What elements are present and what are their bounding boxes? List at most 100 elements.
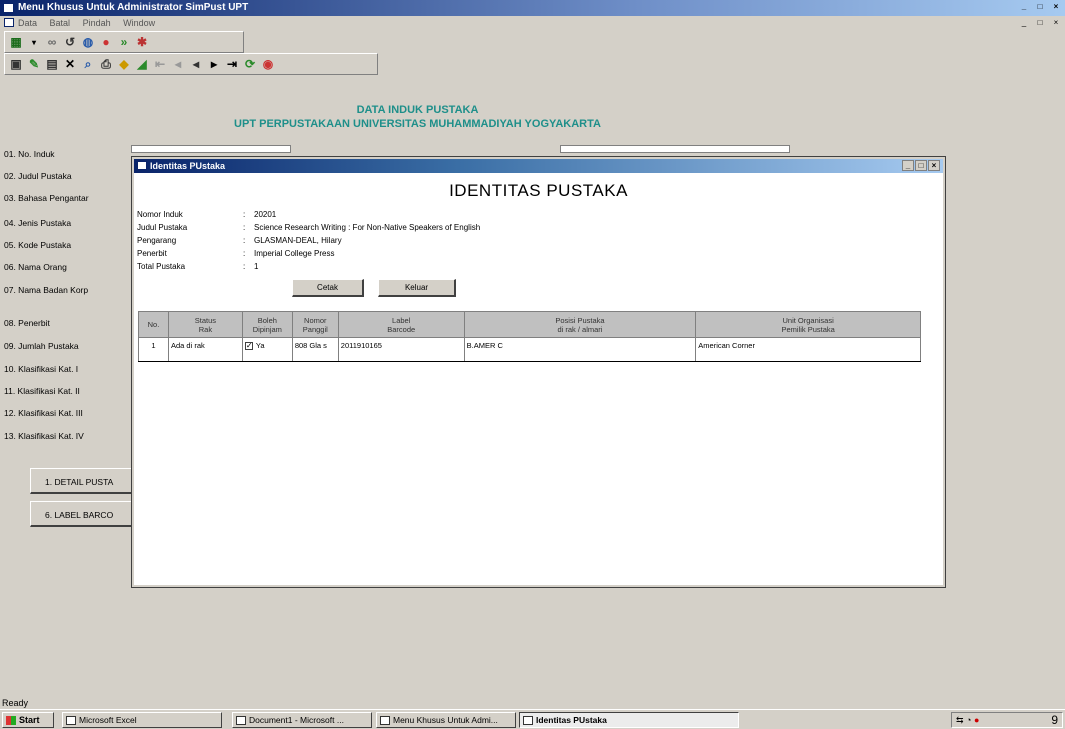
main-window-titlebar: Menu Khusus Untuk Administrator SimPust … xyxy=(0,0,1065,16)
menu-window[interactable]: Window xyxy=(123,18,155,28)
minimize-button[interactable]: _ xyxy=(1017,1,1031,13)
delete-icon[interactable]: ✕ xyxy=(62,56,78,72)
label-barcode-button[interactable]: 6. LABEL BARCO xyxy=(30,501,140,527)
print-icon[interactable]: ⎙ xyxy=(98,56,114,72)
no-induk-input[interactable] xyxy=(131,145,291,153)
paint-icon[interactable]: ● xyxy=(98,34,114,50)
taskbar-label: Menu Khusus Untuk Admi... xyxy=(393,715,498,725)
mdi-minimize-button[interactable]: _ xyxy=(1017,17,1031,29)
chart-icon[interactable]: ◆ xyxy=(116,56,132,72)
mdi-maximize-button[interactable]: □ xyxy=(1033,17,1047,29)
field-label-jenis: 04. Jenis Pustaka xyxy=(4,218,72,228)
prev-page-icon[interactable]: ◂ xyxy=(170,56,186,72)
tools-icon[interactable]: ✱ xyxy=(134,34,150,50)
info-label-penerbit: Penerbit xyxy=(137,249,167,258)
field-label-klasifikasi-2: 11. Klasifikasi Kat. II xyxy=(4,386,80,396)
disk-icon[interactable]: ▤ xyxy=(44,56,60,72)
info-colon: : xyxy=(243,262,246,271)
brush-icon[interactable]: ◢ xyxy=(134,56,150,72)
dialog-controls: _ □ × xyxy=(902,160,940,171)
info-value-nomor-induk: 20201 xyxy=(254,210,277,219)
top-right-input[interactable] xyxy=(560,145,790,153)
field-label-judul: 02. Judul Pustaka xyxy=(4,171,72,181)
cell-unit: American Corner xyxy=(695,337,921,362)
taskbar-item-excel[interactable]: Microsoft Excel xyxy=(62,712,222,728)
field-label-klasifikasi-3: 12. Klasifikasi Kat. III xyxy=(4,408,83,418)
prev-record-icon[interactable]: ◂ xyxy=(188,56,204,72)
col-header-posisi: Posisi Pustaka di rak / almari xyxy=(463,311,697,338)
app-window-icon xyxy=(523,716,533,725)
dialog-heading: IDENTITAS PUSTAKA xyxy=(449,181,628,200)
col-header-status: Status Rak xyxy=(167,311,243,338)
info-label-nomor-induk: Nomor Induk xyxy=(137,210,183,219)
save-icon[interactable]: ▣ xyxy=(8,56,24,72)
exit-icon[interactable]: ◉ xyxy=(260,56,276,72)
info-value-total: 1 xyxy=(254,262,259,271)
menu-data[interactable]: Data xyxy=(18,18,37,28)
col-header-boleh: Boleh Dipinjam xyxy=(241,311,293,338)
table-row[interactable]: 1 Ada di rak ✓ Ya 808 Gla s 2011910165 B.… xyxy=(138,337,921,362)
web-icon[interactable]: ◍ xyxy=(80,34,96,50)
last-record-icon[interactable]: ⇥ xyxy=(224,56,240,72)
cetak-button[interactable]: Cetak xyxy=(292,279,364,297)
taskbar-item-identitas[interactable]: Identitas PUstaka xyxy=(519,712,739,728)
edit-icon[interactable]: ✎ xyxy=(26,56,42,72)
mdi-close-button[interactable]: × xyxy=(1049,17,1063,29)
menu-batal[interactable]: Batal xyxy=(50,18,71,28)
checkbox-checked-icon[interactable]: ✓ xyxy=(244,342,253,350)
copies-table: No. Status Rak Boleh Dipinjam Nomor Pang… xyxy=(138,311,921,362)
taskbar-label: Microsoft Excel xyxy=(79,715,137,725)
col-header-no: No. xyxy=(138,311,169,338)
taskbar-item-menu-khusus[interactable]: Menu Khusus Untuk Admi... xyxy=(376,712,516,728)
dropdown-icon[interactable]: ▾ xyxy=(26,34,42,50)
dialog-icon xyxy=(137,161,147,170)
link-icon[interactable]: ∞ xyxy=(44,34,60,50)
taskbar: Start Microsoft Excel Document1 - Micros… xyxy=(0,709,1065,729)
taskbar-item-word[interactable]: Document1 - Microsoft ... xyxy=(232,712,372,728)
next-record-icon[interactable]: ▸ xyxy=(206,56,222,72)
cell-barcode: 2011910165 xyxy=(337,337,465,362)
refresh-icon[interactable]: ⟳ xyxy=(242,56,258,72)
toolbar-navigation: ▣ ✎ ▤ ✕ ⌕ ⎙ ◆ ◢ ⇤ ◂ ◂ ▸ ⇥ ⟳ ◉ xyxy=(4,53,378,75)
first-record-icon[interactable]: ⇤ xyxy=(152,56,168,72)
info-label-judul: Judul Pustaka xyxy=(137,223,188,232)
cell-no: 1 xyxy=(138,337,169,362)
dialog-maximize-button[interactable]: □ xyxy=(915,160,927,171)
excel-app-icon xyxy=(66,716,76,725)
maximize-button[interactable]: □ xyxy=(1033,1,1047,13)
window-title: Menu Khusus Untuk Administrator SimPust … xyxy=(18,2,249,13)
field-label-penerbit: 08. Penerbit xyxy=(4,318,50,328)
dialog-minimize-button[interactable]: _ xyxy=(902,160,914,171)
app-window-icon xyxy=(380,716,390,725)
field-label-jumlah: 09. Jumlah Pustaka xyxy=(4,341,79,351)
undo-icon[interactable]: ↺ xyxy=(62,34,78,50)
info-value-judul: Science Research Writing : For Non-Nativ… xyxy=(254,223,481,232)
toolbar-standard: ▦ ▾ ∞ ↺ ◍ ● » ✱ xyxy=(4,31,244,53)
windows-logo-icon xyxy=(6,716,16,725)
field-label-no-induk: 01. No. Induk xyxy=(4,149,55,159)
cell-boleh[interactable]: ✓ Ya xyxy=(241,337,293,362)
field-label-klasifikasi-1: 10. Klasifikasi Kat. I xyxy=(4,364,79,374)
close-button[interactable]: × xyxy=(1049,1,1063,13)
info-value-pengarang: GLASMAN-DEAL, Hilary xyxy=(254,236,342,245)
menu-pindah[interactable]: Pindah xyxy=(83,18,111,28)
macro-icon[interactable]: » xyxy=(116,34,132,50)
cell-posisi: B.AMER C xyxy=(463,337,697,362)
info-label-pengarang: Pengarang xyxy=(137,236,177,245)
excel-icon[interactable]: ▦ xyxy=(8,34,24,50)
dialog-close-button[interactable]: × xyxy=(928,160,940,171)
dialog-titlebar: Identitas PUstaka _ □ × xyxy=(134,159,943,173)
info-colon: : xyxy=(243,236,246,245)
cell-nomor: 808 Gla s xyxy=(291,337,339,362)
taskbar-label: Identitas PUstaka xyxy=(536,715,607,725)
keluar-button[interactable]: Keluar xyxy=(378,279,456,297)
start-button[interactable]: Start xyxy=(2,712,54,728)
tray-icons[interactable]: ⇆ ◔ ● xyxy=(956,715,979,726)
start-label: Start xyxy=(19,715,40,725)
menubar: Data Batal Pindah Window _ □ × xyxy=(0,16,1065,30)
info-label-total: Total Pustaka xyxy=(137,262,186,271)
find-icon[interactable]: ⌕ xyxy=(80,56,96,72)
detail-pustaka-button[interactable]: 1. DETAIL PUSTA xyxy=(30,468,140,494)
window-controls: _ □ × xyxy=(1017,1,1063,13)
word-app-icon xyxy=(236,716,246,725)
